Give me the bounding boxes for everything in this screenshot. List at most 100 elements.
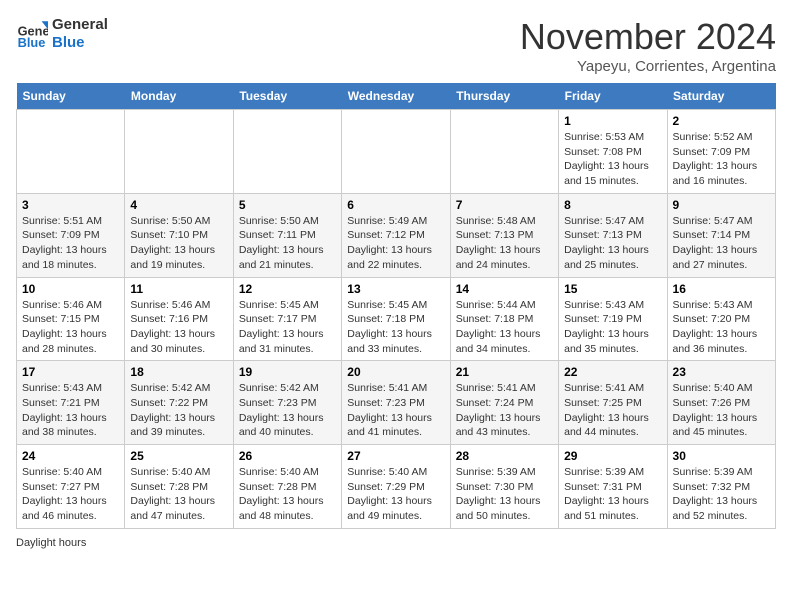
- day-number: 17: [22, 365, 119, 379]
- day-number: 27: [347, 449, 444, 463]
- week-row-1: 3Sunrise: 5:51 AMSunset: 7:09 PMDaylight…: [17, 193, 776, 277]
- weekday-header-monday: Monday: [125, 83, 233, 110]
- day-number: 2: [673, 114, 770, 128]
- day-info: Sunrise: 5:43 AMSunset: 7:19 PMDaylight:…: [564, 298, 661, 357]
- calendar-cell: [450, 110, 558, 194]
- day-number: 1: [564, 114, 661, 128]
- calendar-cell: [342, 110, 450, 194]
- calendar-cell: 17 Sunrise: 5:43 AMSunset: 7:21 PMDayligh…: [17, 361, 125, 445]
- day-number: 15: [564, 282, 661, 296]
- day-info: Sunrise: 5:40 AMSunset: 7:26 PMDaylight:…: [673, 381, 770, 440]
- day-info: Sunrise: 5:50 AMSunset: 7:11 PMDaylight:…: [239, 214, 336, 273]
- weekday-header-saturday: Saturday: [667, 83, 775, 110]
- day-info: Sunrise: 5:41 AMSunset: 7:25 PMDaylight:…: [564, 381, 661, 440]
- day-number: 6: [347, 198, 444, 212]
- day-info: Sunrise: 5:42 AMSunset: 7:22 PMDaylight:…: [130, 381, 227, 440]
- calendar-cell: 7 Sunrise: 5:48 AMSunset: 7:13 PMDaylight…: [450, 193, 558, 277]
- calendar-cell: 28Sunrise: 5:39 AMSunset: 7:30 PMDayligh…: [450, 445, 558, 529]
- calendar-cell: 22 Sunrise: 5:41 AMSunset: 7:25 PMDayligh…: [559, 361, 667, 445]
- week-row-0: 1 Sunrise: 5:53 AMSunset: 7:08 PMDaylight…: [17, 110, 776, 194]
- day-info: Sunrise: 5:46 AMSunset: 7:16 PMDaylight:…: [130, 298, 227, 357]
- subtitle: Yapeyu, Corrientes, Argentina: [520, 58, 776, 75]
- logo-icon: General Blue: [16, 18, 48, 50]
- calendar-cell: 3Sunrise: 5:51 AMSunset: 7:09 PMDaylight…: [17, 193, 125, 277]
- week-row-3: 17 Sunrise: 5:43 AMSunset: 7:21 PMDayligh…: [17, 361, 776, 445]
- day-number: 24: [22, 449, 119, 463]
- calendar-cell: 20 Sunrise: 5:41 AMSunset: 7:23 PMDayligh…: [342, 361, 450, 445]
- day-info: Sunrise: 5:40 AMSunset: 7:28 PMDaylight:…: [130, 465, 227, 524]
- logo: General Blue General Blue: [16, 16, 108, 52]
- calendar-cell: 16Sunrise: 5:43 AMSunset: 7:20 PMDayligh…: [667, 277, 775, 361]
- day-info: Sunrise: 5:47 AMSunset: 7:14 PMDaylight:…: [673, 214, 770, 273]
- calendar-cell: [233, 110, 341, 194]
- calendar-cell: 8Sunrise: 5:47 AMSunset: 7:13 PMDaylight…: [559, 193, 667, 277]
- calendar-cell: 12 Sunrise: 5:45 AMSunset: 7:17 PMDayligh…: [233, 277, 341, 361]
- week-row-4: 24 Sunrise: 5:40 AMSunset: 7:27 PMDayligh…: [17, 445, 776, 529]
- month-title: November 2024: [520, 16, 776, 58]
- day-info: Sunrise: 5:50 AMSunset: 7:10 PMDaylight:…: [130, 214, 227, 273]
- day-number: 12: [239, 282, 336, 296]
- svg-text:Blue: Blue: [18, 35, 46, 50]
- day-info: Sunrise: 5:41 AMSunset: 7:23 PMDaylight:…: [347, 381, 444, 440]
- day-number: 11: [130, 282, 227, 296]
- weekday-header-row: SundayMondayTuesdayWednesdayThursdayFrid…: [17, 83, 776, 110]
- calendar-cell: 9 Sunrise: 5:47 AMSunset: 7:14 PMDaylight…: [667, 193, 775, 277]
- calendar-cell: 18 Sunrise: 5:42 AMSunset: 7:22 PMDayligh…: [125, 361, 233, 445]
- day-info: Sunrise: 5:39 AMSunset: 7:32 PMDaylight:…: [673, 465, 770, 524]
- day-info: Sunrise: 5:40 AMSunset: 7:29 PMDaylight:…: [347, 465, 444, 524]
- day-info: Sunrise: 5:45 AMSunset: 7:17 PMDaylight:…: [239, 298, 336, 357]
- day-number: 5: [239, 198, 336, 212]
- day-number: 23: [673, 365, 770, 379]
- header: General Blue General Blue November 2024 …: [16, 16, 776, 75]
- calendar: SundayMondayTuesdayWednesdayThursdayFrid…: [16, 83, 776, 529]
- day-number: 25: [130, 449, 227, 463]
- day-number: 29: [564, 449, 661, 463]
- day-info: Sunrise: 5:51 AMSunset: 7:09 PMDaylight:…: [22, 214, 119, 273]
- day-info: Sunrise: 5:40 AMSunset: 7:27 PMDaylight:…: [22, 465, 119, 524]
- day-number: 8: [564, 198, 661, 212]
- weekday-header-thursday: Thursday: [450, 83, 558, 110]
- day-number: 9: [673, 198, 770, 212]
- day-number: 7: [456, 198, 553, 212]
- day-info: Sunrise: 5:48 AMSunset: 7:13 PMDaylight:…: [456, 214, 553, 273]
- calendar-cell: 4 Sunrise: 5:50 AMSunset: 7:10 PMDaylight…: [125, 193, 233, 277]
- day-number: 13: [347, 282, 444, 296]
- weekday-header-sunday: Sunday: [17, 83, 125, 110]
- day-number: 4: [130, 198, 227, 212]
- calendar-cell: 29 Sunrise: 5:39 AMSunset: 7:31 PMDayligh…: [559, 445, 667, 529]
- day-info: Sunrise: 5:39 AMSunset: 7:30 PMDaylight:…: [456, 465, 553, 524]
- calendar-cell: 26Sunrise: 5:40 AMSunset: 7:28 PMDayligh…: [233, 445, 341, 529]
- calendar-cell: 19Sunrise: 5:42 AMSunset: 7:23 PMDayligh…: [233, 361, 341, 445]
- day-info: Sunrise: 5:52 AMSunset: 7:09 PMDaylight:…: [673, 130, 770, 189]
- day-info: Sunrise: 5:53 AMSunset: 7:08 PMDaylight:…: [564, 130, 661, 189]
- day-number: 22: [564, 365, 661, 379]
- day-info: Sunrise: 5:49 AMSunset: 7:12 PMDaylight:…: [347, 214, 444, 273]
- calendar-cell: 24 Sunrise: 5:40 AMSunset: 7:27 PMDayligh…: [17, 445, 125, 529]
- weekday-header-friday: Friday: [559, 83, 667, 110]
- calendar-cell: 21Sunrise: 5:41 AMSunset: 7:24 PMDayligh…: [450, 361, 558, 445]
- daylight-label: Daylight hours: [16, 537, 86, 549]
- day-number: 10: [22, 282, 119, 296]
- day-number: 18: [130, 365, 227, 379]
- calendar-cell: 11 Sunrise: 5:46 AMSunset: 7:16 PMDayligh…: [125, 277, 233, 361]
- footer-note: Daylight hours: [16, 537, 776, 549]
- calendar-cell: 2 Sunrise: 5:52 AMSunset: 7:09 PMDaylight…: [667, 110, 775, 194]
- day-info: Sunrise: 5:43 AMSunset: 7:21 PMDaylight:…: [22, 381, 119, 440]
- day-number: 19: [239, 365, 336, 379]
- day-info: Sunrise: 5:45 AMSunset: 7:18 PMDaylight:…: [347, 298, 444, 357]
- day-info: Sunrise: 5:39 AMSunset: 7:31 PMDaylight:…: [564, 465, 661, 524]
- calendar-cell: 13 Sunrise: 5:45 AMSunset: 7:18 PMDayligh…: [342, 277, 450, 361]
- calendar-cell: 25 Sunrise: 5:40 AMSunset: 7:28 PMDayligh…: [125, 445, 233, 529]
- weekday-header-tuesday: Tuesday: [233, 83, 341, 110]
- calendar-cell: 15 Sunrise: 5:43 AMSunset: 7:19 PMDayligh…: [559, 277, 667, 361]
- day-info: Sunrise: 5:43 AMSunset: 7:20 PMDaylight:…: [673, 298, 770, 357]
- calendar-cell: 23 Sunrise: 5:40 AMSunset: 7:26 PMDayligh…: [667, 361, 775, 445]
- calendar-cell: 27 Sunrise: 5:40 AMSunset: 7:29 PMDayligh…: [342, 445, 450, 529]
- calendar-cell: 30Sunrise: 5:39 AMSunset: 7:32 PMDayligh…: [667, 445, 775, 529]
- calendar-cell: [17, 110, 125, 194]
- day-info: Sunrise: 5:44 AMSunset: 7:18 PMDaylight:…: [456, 298, 553, 357]
- day-number: 20: [347, 365, 444, 379]
- day-number: 14: [456, 282, 553, 296]
- logo-line2: Blue: [52, 34, 108, 52]
- weekday-header-wednesday: Wednesday: [342, 83, 450, 110]
